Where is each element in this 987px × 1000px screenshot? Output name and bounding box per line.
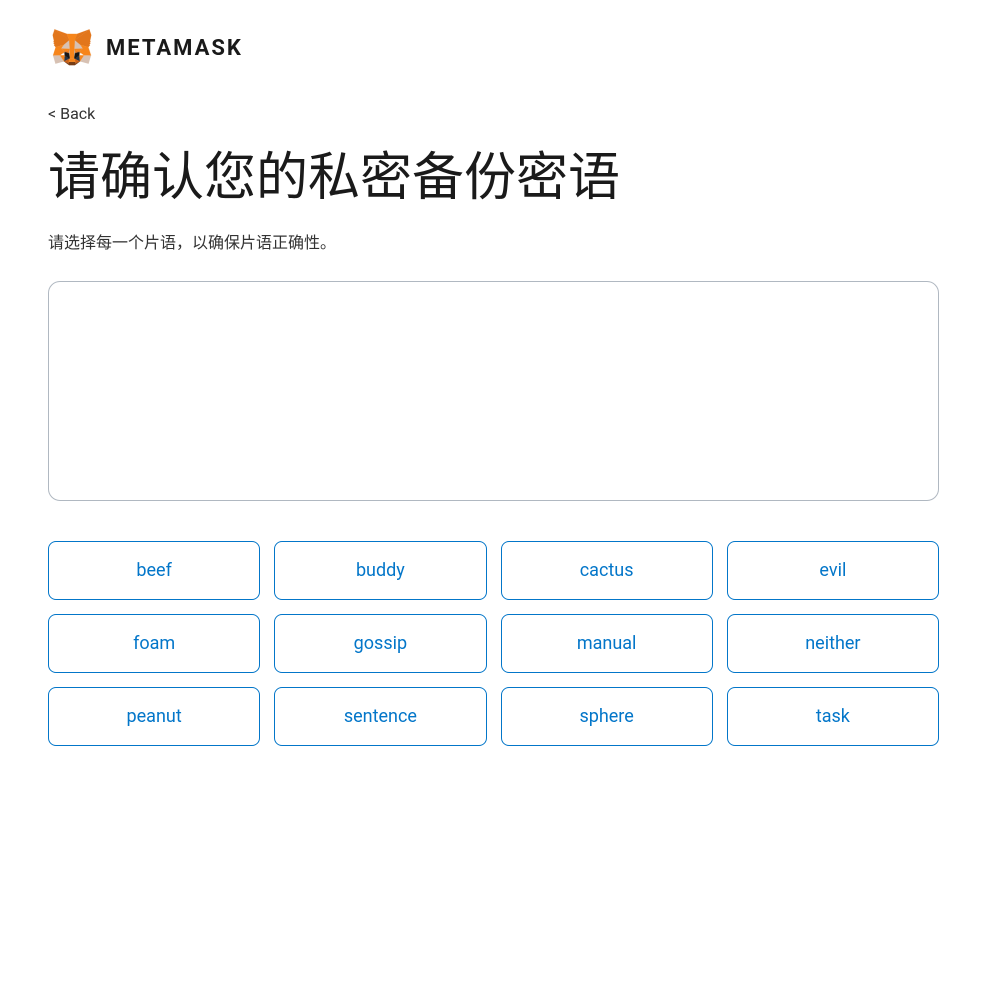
word-chip-peanut[interactable]: peanut	[48, 687, 260, 746]
back-label: < Back	[48, 104, 95, 123]
word-chip-gossip[interactable]: gossip	[274, 614, 486, 673]
word-chip-task[interactable]: task	[727, 687, 939, 746]
metamask-brand-text: METAMASK	[106, 36, 243, 61]
back-button[interactable]: < Back	[48, 104, 95, 123]
word-chip-neither[interactable]: neither	[727, 614, 939, 673]
metamask-logo: METAMASK	[48, 24, 243, 72]
word-chip-evil[interactable]: evil	[727, 541, 939, 600]
header: METAMASK	[48, 24, 939, 72]
word-chip-sentence[interactable]: sentence	[274, 687, 486, 746]
word-chip-grid: beefbuddy cactusevil foamgossip manualneith…	[48, 541, 939, 746]
page-title: 请确认您的私密备份密语	[48, 147, 939, 209]
word-chip-cactus[interactable]: cactus	[501, 541, 713, 600]
word-chip-sphere[interactable]: sphere	[501, 687, 713, 746]
word-chip-buddy[interactable]: buddy	[274, 541, 486, 600]
word-chip-beef[interactable]: beef	[48, 541, 260, 600]
metamask-fox-icon	[48, 24, 96, 72]
word-chip-foam[interactable]: foam	[48, 614, 260, 673]
page-container: METAMASK < Back 请确认您的私密备份密语 请选择每一个片语，以确保…	[0, 0, 987, 786]
page-subtitle: 请选择每一个片语，以确保片语正确性。	[48, 229, 939, 253]
word-chip-manual[interactable]: manual	[501, 614, 713, 673]
phrase-drop-area[interactable]	[48, 281, 939, 501]
